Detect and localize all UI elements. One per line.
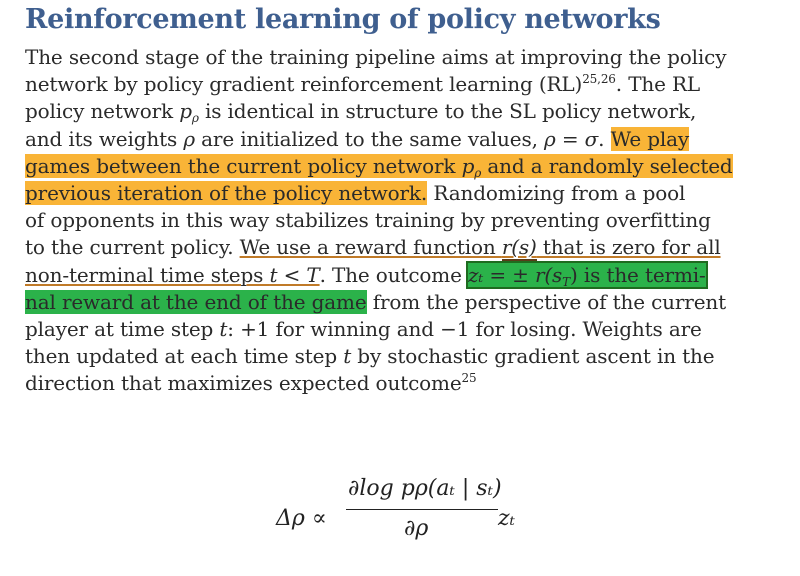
math-inline: zₜ = ± r(s bbox=[467, 262, 563, 287]
text-span: . The outcome bbox=[319, 262, 468, 287]
underlined-text: non-terminal time steps t < T bbox=[25, 263, 320, 287]
text-span: policy network bbox=[25, 99, 180, 124]
text-span: : +1 for winning and −1 for losing. Weig… bbox=[227, 316, 702, 341]
underlined-text: We use a reward function r(s) that is ze… bbox=[239, 235, 721, 262]
text-span: . The RL bbox=[615, 72, 701, 97]
text-span: to the current policy. bbox=[25, 235, 240, 260]
text-line-10: nal reward at the end of the game from t… bbox=[25, 289, 785, 316]
section-heading: Reinforcement learning of policy network… bbox=[25, 4, 661, 35]
highlight-green: nal reward at the end of the game bbox=[25, 289, 367, 314]
highlight-orange: We play bbox=[610, 126, 690, 151]
equation-lhs: Δρ ∝ bbox=[276, 506, 327, 531]
text-span: . bbox=[598, 126, 611, 151]
paper-page: Reinforcement learning of policy network… bbox=[0, 0, 800, 576]
text-line-3: policy network pρ is identical in struct… bbox=[25, 98, 785, 125]
text-span: network by policy gradient reinforcement… bbox=[25, 72, 583, 97]
math-subscript: ρ bbox=[191, 111, 199, 126]
highlight-green: zₜ = ± r(sT) is the termi- bbox=[465, 260, 708, 289]
text-span: are initialized to the same values, bbox=[194, 126, 544, 151]
text-span: from the perspective of the current bbox=[366, 289, 727, 314]
text-span: and its weights bbox=[25, 126, 184, 151]
highlight-orange: previous iteration of the policy network… bbox=[25, 180, 428, 205]
text-span: player at time step bbox=[25, 316, 220, 341]
text-span: by stochastic gradient ascent in the bbox=[351, 344, 715, 369]
text-span: of opponents in this way stabilizes trai… bbox=[25, 208, 711, 233]
text-line-1: The second stage of the training pipelin… bbox=[25, 44, 785, 71]
text-line-6: previous iteration of the policy network… bbox=[25, 180, 785, 207]
text-span: non-terminal time steps bbox=[25, 262, 270, 287]
citation-superscript: 25 bbox=[461, 371, 477, 386]
citation-superscript: 25,26 bbox=[582, 72, 616, 87]
text-line-12: then updated at each time step t by stoc… bbox=[25, 343, 785, 370]
math-symbol: t bbox=[343, 344, 352, 369]
text-line-5: games between the current policy network… bbox=[25, 153, 785, 180]
body-paragraph: The second stage of the training pipelin… bbox=[25, 44, 785, 397]
text-span: that is zero for all bbox=[536, 235, 721, 260]
text-line-9: non-terminal time steps t < T. The outco… bbox=[25, 260, 785, 289]
text-span: is identical in structure to the SL poli… bbox=[198, 99, 697, 124]
math-symbol: p bbox=[179, 99, 192, 124]
text-line-7: of opponents in this way stabilizes trai… bbox=[25, 207, 785, 234]
equation-rhs: zₜ bbox=[498, 506, 516, 531]
text-span: direction that maximizes expected outcom… bbox=[25, 371, 462, 396]
math-subscript: T bbox=[562, 274, 571, 289]
text-line-11: player at time step t: +1 for winning an… bbox=[25, 316, 785, 343]
math-inline: t < T bbox=[269, 262, 320, 287]
fraction-denominator: ∂ρ bbox=[404, 516, 429, 541]
text-span: games between the current policy network bbox=[25, 153, 462, 178]
fraction-numerator: ∂log pρ(aₜ | sₜ) bbox=[348, 476, 502, 501]
text-span: ) is the termi- bbox=[570, 262, 706, 287]
math-symbol: p bbox=[461, 153, 475, 178]
math-inline: r(s) bbox=[501, 235, 537, 262]
math-inline: ρ = σ bbox=[544, 126, 599, 151]
text-line-8: to the current policy. We use a reward f… bbox=[25, 234, 785, 262]
text-span: We use a reward function bbox=[239, 235, 502, 260]
fraction-bar bbox=[346, 509, 498, 510]
text-span: Randomizing from a pool bbox=[427, 180, 686, 205]
text-line-13: direction that maximizes expected outcom… bbox=[25, 370, 785, 397]
highlight-orange: games between the current policy network… bbox=[25, 153, 733, 179]
text-span: then updated at each time step bbox=[25, 344, 344, 369]
text-span: and a randomly selected bbox=[481, 153, 733, 178]
text-line-4: and its weights ρ are initialized to the… bbox=[25, 126, 785, 153]
text-line-2: network by policy gradient reinforcement… bbox=[25, 71, 785, 98]
text-span: The second stage of the training pipelin… bbox=[25, 45, 727, 69]
math-symbol: ρ bbox=[183, 126, 195, 151]
